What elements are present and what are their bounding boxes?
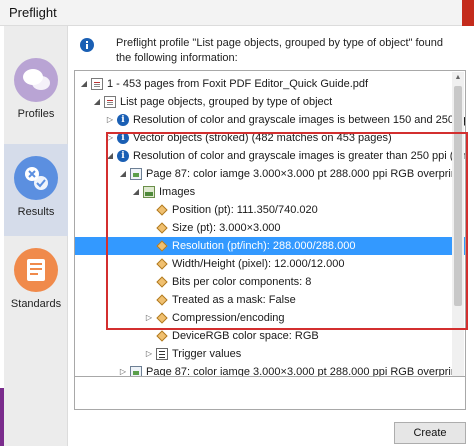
title-bar: Preflight <box>0 0 474 26</box>
tree-row-label: Treated as a mask: False <box>172 294 296 306</box>
info-icon: i <box>117 132 129 144</box>
property-icon <box>156 312 168 324</box>
details-box <box>74 376 466 410</box>
tree-row[interactable]: ◢ Images <box>75 183 465 201</box>
tree-row[interactable]: ◢ Page 87: color iamge 3.000×3.000 pt 288… <box>75 165 466 183</box>
tree-row[interactable]: ◢ i Resolution of color and grayscale imag… <box>75 147 465 165</box>
tree-row-label: Resolution of color and grayscale images… <box>133 114 465 126</box>
tree-row[interactable]: ◢ List page objects, grouped by type of o… <box>75 93 465 111</box>
expand-arrow-icon[interactable]: ▷ <box>144 309 154 327</box>
results-tree[interactable]: ▷iResolution of color and grayscale imag… <box>74 70 466 392</box>
tree-row[interactable]: Position (pt): 111.350/740.020 <box>75 201 465 219</box>
tree-row-label: Size (pt): 3.000×3.000 <box>172 222 281 234</box>
tree-row-label: Compression/encoding <box>172 312 285 324</box>
property-icon <box>156 240 168 252</box>
tree-row-label: Images <box>159 186 196 198</box>
tree-row-label: Width/Height (pixel): 12.000/12.000 <box>172 258 345 270</box>
tree-row[interactable]: Bits per color components: 8 <box>75 273 465 291</box>
property-icon <box>156 222 168 234</box>
expand-arrow-icon[interactable]: ▷ <box>105 111 115 129</box>
tree-row[interactable]: ▷ Compression/encoding <box>75 309 465 327</box>
tree-row-label: Resolution of color and grayscale images… <box>133 150 465 162</box>
tree-row[interactable]: ▷ i Resolution of color and grayscale imag… <box>75 111 465 129</box>
image-icon <box>143 186 155 198</box>
tree-row-label: Vector objects (stroked) (482 matches on… <box>133 132 392 144</box>
info-message: Preflight profile "List page objects, gr… <box>76 34 466 72</box>
tree-row-label: Page 87: color iamge 3.000×3.000 pt 288.… <box>146 168 466 180</box>
sidebar-item-label: Results <box>17 206 55 218</box>
property-icon <box>156 294 168 306</box>
tree-row-label: 1 - 453 pages from Foxit PDF Editor_Quic… <box>107 78 369 90</box>
tree-row-selected[interactable]: Resolution (pt/inch): 288.000/288.000 <box>75 237 465 255</box>
tree-row[interactable]: Size (pt): 3.000×3.000 <box>75 219 465 237</box>
tree-row-label: DeviceRGB color space: RGB <box>172 330 319 342</box>
tree-row[interactable]: Width/Height (pixel): 12.000/12.000 <box>75 255 465 273</box>
page-icon <box>130 168 142 180</box>
close-button[interactable] <box>462 0 474 26</box>
tree-scrollbar[interactable]: ▲ ▼ <box>452 72 464 390</box>
expand-arrow-icon[interactable]: ▷ <box>105 129 115 147</box>
property-icon <box>156 276 168 288</box>
sidebar-item-label: Standards <box>10 298 62 310</box>
collapse-arrow-icon[interactable]: ◢ <box>79 75 89 93</box>
sidebar: Profiles Results Standards <box>4 26 68 446</box>
trigger-icon <box>156 348 168 360</box>
sidebar-item-standards[interactable]: Standards <box>4 236 68 328</box>
tree-row[interactable]: Treated as a mask: False <box>75 291 465 309</box>
collapse-arrow-icon[interactable]: ◢ <box>118 165 128 183</box>
profiles-icon <box>14 58 58 102</box>
tree-row-label: Trigger values <box>172 348 242 360</box>
tree-row[interactable]: ◢ 1 - 453 pages from Foxit PDF Editor_Qui… <box>75 75 465 93</box>
sidebar-item-profiles[interactable]: Profiles <box>4 46 68 138</box>
sidebar-item-results[interactable]: Results <box>4 144 68 236</box>
tree-row[interactable]: ▷ i Vector objects (stroked) (482 matches … <box>75 129 465 147</box>
standards-icon <box>14 248 58 292</box>
info-icon <box>80 38 94 52</box>
scroll-thumb[interactable] <box>454 86 462 306</box>
tree-row-label: Position (pt): 111.350/740.020 <box>172 204 318 216</box>
tree-row[interactable]: DeviceRGB color space: RGB <box>75 327 465 345</box>
tree-row[interactable]: ▷ Trigger values <box>75 345 465 363</box>
property-icon <box>156 204 168 216</box>
info-text: Preflight profile "List page objects, gr… <box>116 37 444 64</box>
info-icon: i <box>117 114 129 126</box>
expand-arrow-icon[interactable]: ▷ <box>144 345 154 363</box>
collapse-arrow-icon[interactable]: ◢ <box>131 183 141 201</box>
collapse-arrow-icon[interactable]: ◢ <box>105 147 115 165</box>
tree-row-label: Resolution (pt/inch): 288.000/288.000 <box>172 240 356 252</box>
property-icon <box>156 258 168 270</box>
document-icon <box>91 78 103 90</box>
document-icon <box>104 96 116 108</box>
results-panel: Preflight profile "List page objects, gr… <box>68 26 474 446</box>
collapse-arrow-icon[interactable]: ◢ <box>92 93 102 111</box>
tree-row-label: Bits per color components: 8 <box>172 276 312 288</box>
tree-row-label: List page objects, grouped by type of ob… <box>120 96 333 108</box>
info-icon: i <box>117 150 129 162</box>
scroll-up-icon[interactable]: ▲ <box>452 72 464 84</box>
results-icon <box>14 156 58 200</box>
create-report-button[interactable]: Create Report... <box>394 422 466 444</box>
window-title: Preflight <box>9 5 57 20</box>
property-icon <box>156 330 168 342</box>
sidebar-item-label: Profiles <box>17 108 55 120</box>
